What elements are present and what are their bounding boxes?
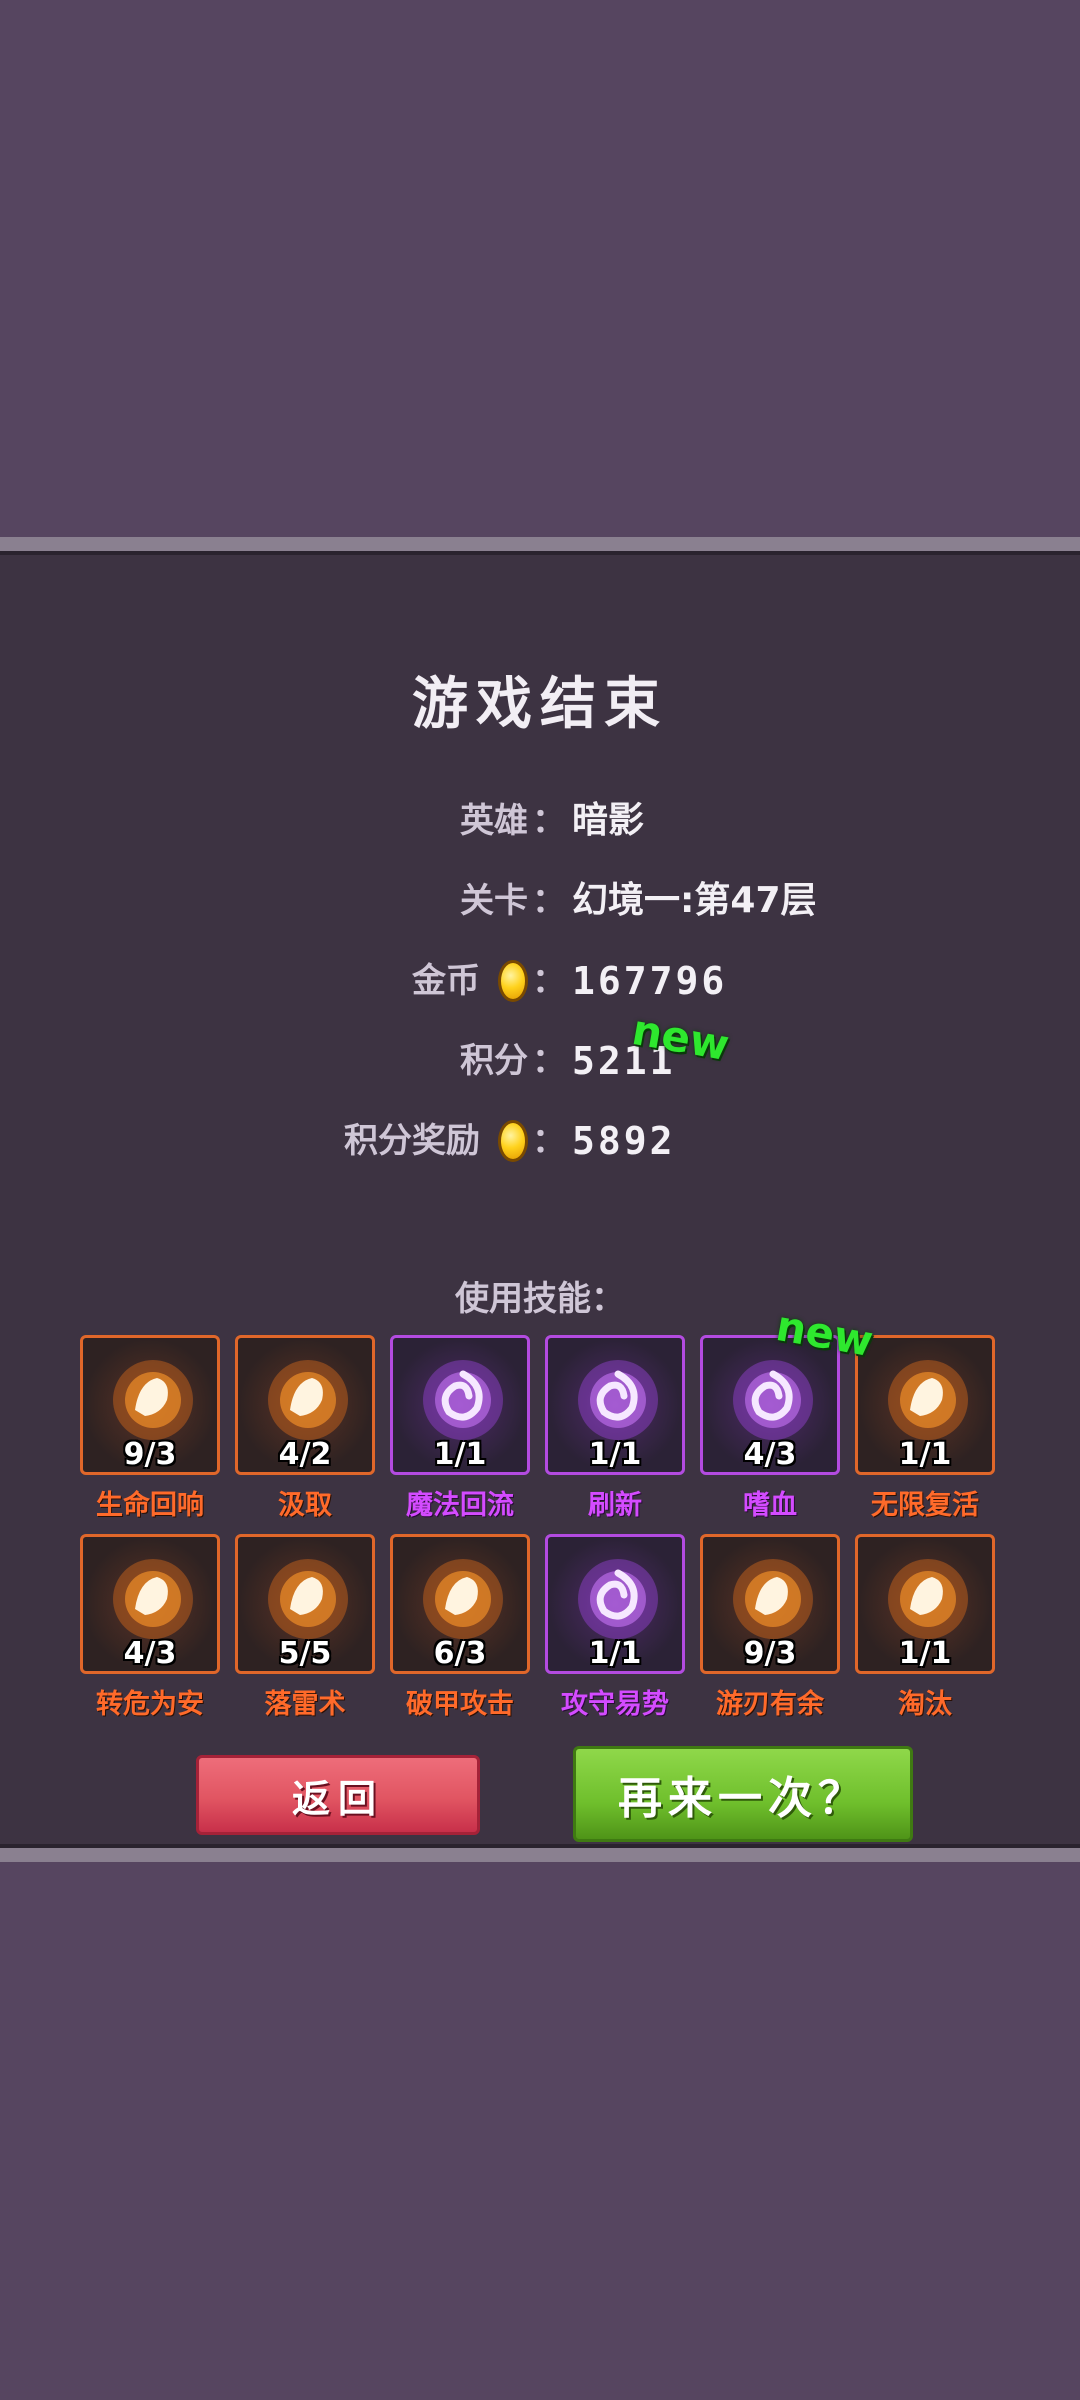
back-button[interactable]: 返回 bbox=[196, 1755, 480, 1835]
skill-icon-frame: 6/3 bbox=[390, 1534, 530, 1674]
magic-crystal-icon bbox=[415, 1352, 511, 1448]
blade-swirl-icon bbox=[725, 1551, 821, 1647]
skill-item: 1/1 魔法回流 bbox=[390, 1335, 530, 1522]
skill-icon-frame: 1/1 bbox=[855, 1335, 995, 1475]
skill-icon-frame: 1/1 bbox=[855, 1534, 995, 1674]
heal-burst-icon bbox=[105, 1551, 201, 1647]
score-label: 积分 bbox=[460, 1041, 528, 1081]
skill-count: 1/1 bbox=[898, 1636, 952, 1671]
reward-value: 5892 bbox=[572, 1119, 676, 1163]
skill-item: 1/1 刷新 bbox=[545, 1335, 685, 1522]
game-over-panel: 游戏结束 英雄 ： 暗影 关卡 ： 幻境一:第47层 金币 ： 167796 积… bbox=[0, 537, 1080, 1862]
skill-count: 6/3 bbox=[433, 1636, 487, 1671]
skills-title: 使用技能： bbox=[455, 1279, 625, 1319]
skill-item: 1/1 攻守易势 bbox=[545, 1534, 685, 1721]
shield-swap-icon bbox=[570, 1551, 666, 1647]
stat-score: 积分 ： 5211 new bbox=[0, 1005, 1080, 1091]
skill-name: 破甲攻击 bbox=[406, 1689, 514, 1720]
stat-stage: 关卡 ： 幻境一:第47层 bbox=[0, 871, 1080, 931]
gold-coin-icon bbox=[498, 960, 528, 1002]
skill-count: 4/3 bbox=[123, 1636, 177, 1671]
colon: ： bbox=[532, 961, 566, 1001]
colon: ： bbox=[532, 881, 566, 921]
skill-icon-frame: 1/1 bbox=[545, 1335, 685, 1475]
hero-value: 暗影 bbox=[572, 800, 645, 841]
skill-icon-frame: 1/1 bbox=[545, 1534, 685, 1674]
skill-item: 9/3 游刃有余 bbox=[700, 1534, 840, 1721]
skill-count: 1/1 bbox=[898, 1437, 952, 1472]
reward-label: 积分奖励 bbox=[344, 1121, 480, 1161]
hero-label: 英雄 bbox=[460, 801, 528, 841]
revive-cross-icon bbox=[880, 1352, 976, 1448]
stat-gold: 金币 ： 167796 bbox=[0, 951, 1080, 1011]
skill-count: 5/5 bbox=[278, 1636, 332, 1671]
skill-icon-frame: 9/3 bbox=[80, 1335, 220, 1475]
skill-name: 淘汰 bbox=[898, 1689, 952, 1720]
skills-grid: 9/3 生命回响 4/2 汲取 1/1 魔法回流 1/1 刷新 4/3 嗜血 1/1 无限复活 4/3 转… bbox=[80, 1335, 1012, 1721]
bloodlust-icon bbox=[725, 1352, 821, 1448]
retry-button[interactable]: 再来一次？ bbox=[573, 1746, 913, 1842]
skill-item: 5/5 落雷术 bbox=[235, 1534, 375, 1721]
skill-name: 嗜血 bbox=[743, 1490, 797, 1521]
colon: ： bbox=[532, 801, 566, 841]
skill-name: 无限复活 bbox=[871, 1490, 979, 1521]
skill-item: 4/2 汲取 bbox=[235, 1335, 375, 1522]
drain-plus-icon bbox=[260, 1352, 356, 1448]
swirl-icon bbox=[570, 1352, 666, 1448]
skill-item: 4/3 嗜血 bbox=[700, 1335, 840, 1522]
skill-name: 游刃有余 bbox=[716, 1689, 824, 1720]
skill-name: 生命回响 bbox=[96, 1490, 204, 1521]
skill-icon-frame: 4/2 bbox=[235, 1335, 375, 1475]
skill-name: 魔法回流 bbox=[406, 1490, 514, 1521]
stat-reward: 积分奖励 ： 5892 bbox=[0, 1111, 1080, 1171]
stage-value: 幻境一:第47层 bbox=[572, 880, 817, 921]
skill-count: 1/1 bbox=[433, 1437, 487, 1472]
skill-count: 1/1 bbox=[588, 1437, 642, 1472]
skill-icon-frame: 4/3 bbox=[80, 1534, 220, 1674]
skill-item: 1/1 无限复活 bbox=[855, 1335, 995, 1522]
skill-name: 汲取 bbox=[278, 1490, 332, 1521]
skill-name: 攻守易势 bbox=[561, 1689, 669, 1720]
skill-icon-frame: 5/5 bbox=[235, 1534, 375, 1674]
slash-icon bbox=[880, 1551, 976, 1647]
skill-count: 4/3 bbox=[743, 1437, 797, 1472]
skill-name: 刷新 bbox=[588, 1490, 642, 1521]
skill-count: 4/2 bbox=[278, 1437, 332, 1472]
skill-item: 4/3 转危为安 bbox=[80, 1534, 220, 1721]
skill-count: 1/1 bbox=[588, 1636, 642, 1671]
skill-name: 落雷术 bbox=[264, 1689, 346, 1720]
skill-item: 9/3 生命回响 bbox=[80, 1335, 220, 1522]
skill-icon-frame: 1/1 bbox=[390, 1335, 530, 1475]
muscle-arm-icon bbox=[105, 1352, 201, 1448]
skill-name: 转危为安 bbox=[96, 1689, 204, 1720]
skill-icon-frame: 9/3 bbox=[700, 1534, 840, 1674]
skill-item: 6/3 破甲攻击 bbox=[390, 1534, 530, 1721]
page-title: 游戏结束 bbox=[412, 672, 668, 737]
stat-hero: 英雄 ： 暗影 bbox=[0, 791, 1080, 851]
gold-label: 金币 bbox=[412, 961, 480, 1001]
skill-count: 9/3 bbox=[123, 1437, 177, 1472]
lightning-skull-icon bbox=[260, 1551, 356, 1647]
armor-break-icon bbox=[415, 1551, 511, 1647]
skill-count: 9/3 bbox=[743, 1636, 797, 1671]
skill-item: 1/1 淘汰 bbox=[855, 1534, 995, 1721]
gold-value: 167796 bbox=[572, 959, 728, 1003]
colon: ： bbox=[532, 1121, 566, 1161]
reward-coin-icon bbox=[498, 1120, 528, 1162]
stage-label: 关卡 bbox=[460, 881, 528, 921]
colon: ： bbox=[532, 1041, 566, 1081]
